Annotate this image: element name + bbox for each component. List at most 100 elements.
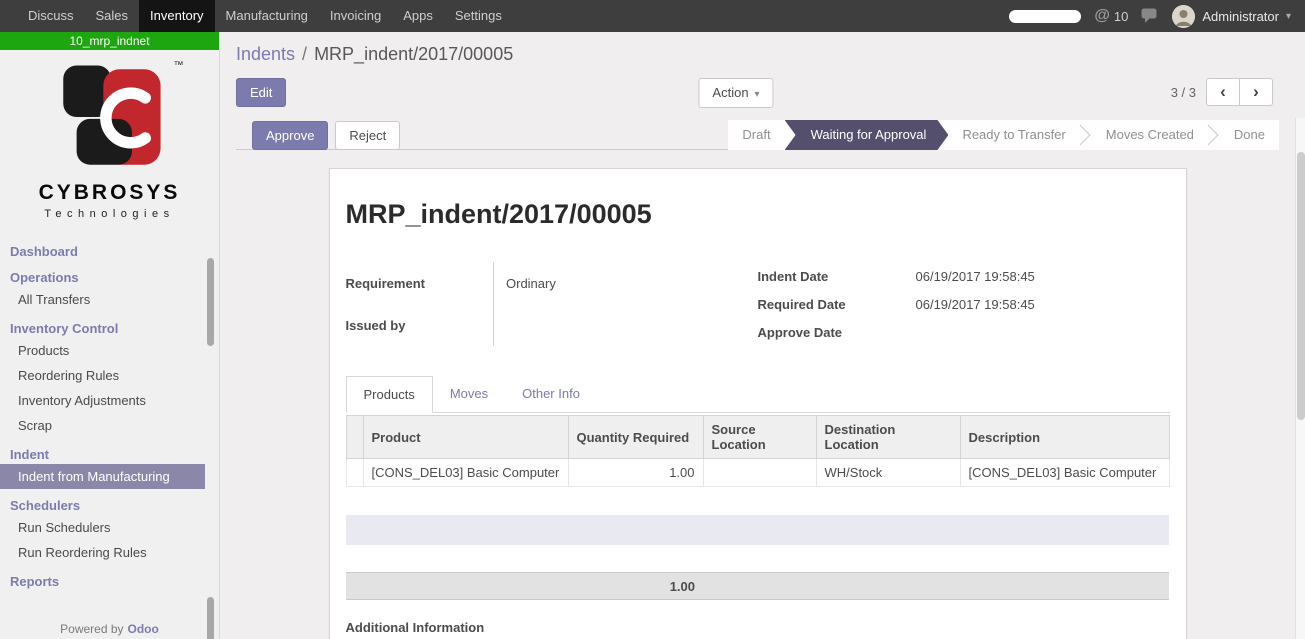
menu-invoicing[interactable]: Invoicing: [319, 0, 392, 32]
action-dropdown-button[interactable]: Action▾: [698, 78, 773, 108]
chat-icon[interactable]: [1141, 8, 1159, 24]
total-quantity: 1.00: [568, 573, 703, 600]
empty-row: [346, 487, 1169, 515]
caret-down-icon: ▾: [1286, 11, 1291, 22]
status-done[interactable]: Done: [1220, 120, 1279, 150]
sidebar-item-products[interactable]: Products: [0, 338, 219, 363]
form-statusbar: Approve Reject Draft Waiting for Approva…: [236, 120, 1279, 150]
database-banner: 10_mrp_indnet: [0, 32, 219, 50]
powered-by-text: Powered by: [60, 622, 123, 636]
breadcrumb-separator: /: [295, 44, 314, 64]
sidebar-item-indent-from-manufacturing[interactable]: Indent from Manufacturing: [0, 464, 205, 489]
username: Administrator: [1202, 9, 1279, 24]
chevron-right-icon: [1080, 120, 1092, 150]
menu-discuss[interactable]: Discuss: [17, 0, 85, 32]
sidebar-scrollbar-thumb[interactable]: [207, 258, 214, 346]
field-group-left: Requirement Ordinary Issued by: [346, 262, 758, 346]
table-header-row: Product Quantity Required Source Locatio…: [346, 416, 1169, 459]
avatar: [1172, 5, 1195, 28]
caret-down-icon: ▾: [755, 89, 760, 100]
menu-settings[interactable]: Settings: [444, 0, 513, 32]
menu-manufacturing[interactable]: Manufacturing: [215, 0, 319, 32]
column-description: Description: [960, 416, 1169, 459]
sidebar-item-reordering-rules[interactable]: Reordering Rules: [0, 363, 219, 388]
sidebar-item-inventory-adjustments[interactable]: Inventory Adjustments: [0, 388, 219, 413]
sidebar-section-inventory-control[interactable]: Inventory Control: [0, 319, 219, 338]
control-panel-buttons: Edit Action▾ 3 / 3 ‹ ›: [236, 78, 1279, 106]
status-waiting-for-approval[interactable]: Waiting for Approval: [785, 120, 949, 150]
tab-products[interactable]: Products: [346, 376, 433, 413]
status-moves-created[interactable]: Moves Created: [1092, 120, 1208, 150]
sidebar: 10_mrp_indnet ™ CYBROSYS Technologies Da…: [0, 32, 220, 639]
main-menu: Discuss Sales Inventory Manufacturing In…: [0, 0, 513, 32]
field-label-requirement: Requirement: [346, 262, 494, 304]
record-title: MRP_indent/2017/00005: [346, 199, 1170, 230]
field-label-approve-date: Approve Date: [758, 318, 916, 346]
sidebar-item-all-transfers[interactable]: All Transfers: [0, 287, 219, 312]
pager-previous-button[interactable]: ‹: [1206, 78, 1240, 106]
table-row[interactable]: [CONS_DEL03] Basic Computer 1.00 WH/Stoc…: [346, 459, 1169, 487]
status-draft[interactable]: Draft: [728, 120, 784, 150]
sidebar-section-operations[interactable]: Operations: [0, 268, 219, 287]
menu-inventory[interactable]: Inventory: [139, 0, 214, 32]
field-label-required-date: Required Date: [758, 290, 916, 318]
inbox-counter[interactable]: @ 10: [1094, 7, 1128, 25]
tab-moves[interactable]: Moves: [433, 376, 505, 413]
breadcrumb-current: MRP_indent/2017/00005: [314, 44, 513, 64]
vertical-scrollbar[interactable]: [1295, 118, 1305, 639]
field-value-requirement: Ordinary: [494, 262, 758, 304]
topbar: Discuss Sales Inventory Manufacturing In…: [0, 0, 1305, 32]
cell-description: [CONS_DEL03] Basic Computer: [960, 459, 1169, 487]
main-content: Indents/MRP_indent/2017/00005 Edit Actio…: [220, 32, 1305, 639]
column-quantity-required: Quantity Required: [568, 416, 703, 459]
sidebar-menu: Dashboard Operations All Transfers Inven…: [0, 242, 219, 591]
column-source-location: Source Location: [703, 416, 816, 459]
sidebar-item-dashboard[interactable]: Dashboard: [0, 242, 219, 261]
table-total-row: 1.00: [346, 573, 1169, 600]
at-icon: @: [1094, 7, 1110, 25]
pager-next-button[interactable]: ›: [1239, 78, 1273, 106]
sidebar-item-scrap[interactable]: Scrap: [0, 413, 219, 438]
status-ready-to-transfer[interactable]: Ready to Transfer: [948, 120, 1079, 150]
approve-button[interactable]: Approve: [252, 121, 328, 150]
column-product: Product: [363, 416, 568, 459]
control-panel: Indents/MRP_indent/2017/00005 Edit Actio…: [220, 32, 1295, 150]
cell-quantity-required: 1.00: [568, 459, 703, 487]
edit-button[interactable]: Edit: [236, 78, 286, 107]
odoo-link[interactable]: Odoo: [128, 622, 159, 636]
cell-product: [CONS_DEL03] Basic Computer: [363, 459, 568, 487]
column-handle: [346, 416, 363, 459]
column-destination-location: Destination Location: [816, 416, 960, 459]
sidebar-item-run-schedulers[interactable]: Run Schedulers: [0, 515, 219, 540]
menu-apps[interactable]: Apps: [392, 0, 444, 32]
status-pipeline: Draft Waiting for Approval Ready to Tran…: [728, 120, 1279, 150]
empty-row: [346, 545, 1169, 573]
sidebar-section-schedulers[interactable]: Schedulers: [0, 496, 219, 515]
form-sheet: MRP_indent/2017/00005 Requirement Ordina…: [329, 168, 1187, 639]
brand-subtitle: Technologies: [0, 208, 219, 220]
sidebar-section-indent[interactable]: Indent: [0, 445, 219, 464]
sidebar-section-reports[interactable]: Reports: [0, 572, 219, 591]
cell-source-location: [703, 459, 816, 487]
pager-count: 3 / 3: [1171, 85, 1196, 100]
tab-other-info[interactable]: Other Info: [505, 376, 597, 413]
field-groups: Requirement Ordinary Issued by Indent Da…: [346, 262, 1170, 346]
cell-destination-location: WH/Stock: [816, 459, 960, 487]
field-group-right: Indent Date 06/19/2017 19:58:45 Required…: [758, 262, 1170, 346]
breadcrumb: Indents/MRP_indent/2017/00005: [236, 42, 1279, 66]
field-value-approve-date: [916, 318, 1170, 346]
additional-information-separator: Additional Information: [346, 620, 1170, 639]
reject-button[interactable]: Reject: [335, 121, 400, 150]
powered-by: Powered by Odoo: [0, 622, 219, 636]
menu-sales[interactable]: Sales: [85, 0, 140, 32]
sidebar-item-run-reordering-rules[interactable]: Run Reordering Rules: [0, 540, 219, 565]
striped-empty-row: [346, 515, 1169, 545]
sidebar-scrollbar-thumb[interactable]: [207, 597, 214, 639]
pager: 3 / 3 ‹ ›: [1171, 78, 1273, 106]
user-menu[interactable]: Administrator ▾: [1172, 5, 1291, 28]
company-logo: ™ CYBROSYS Technologies: [0, 50, 219, 220]
progress-pill: [1009, 10, 1081, 23]
row-handle: [346, 459, 363, 487]
scrollbar-thumb[interactable]: [1297, 152, 1305, 420]
breadcrumb-indents-link[interactable]: Indents: [236, 44, 295, 64]
